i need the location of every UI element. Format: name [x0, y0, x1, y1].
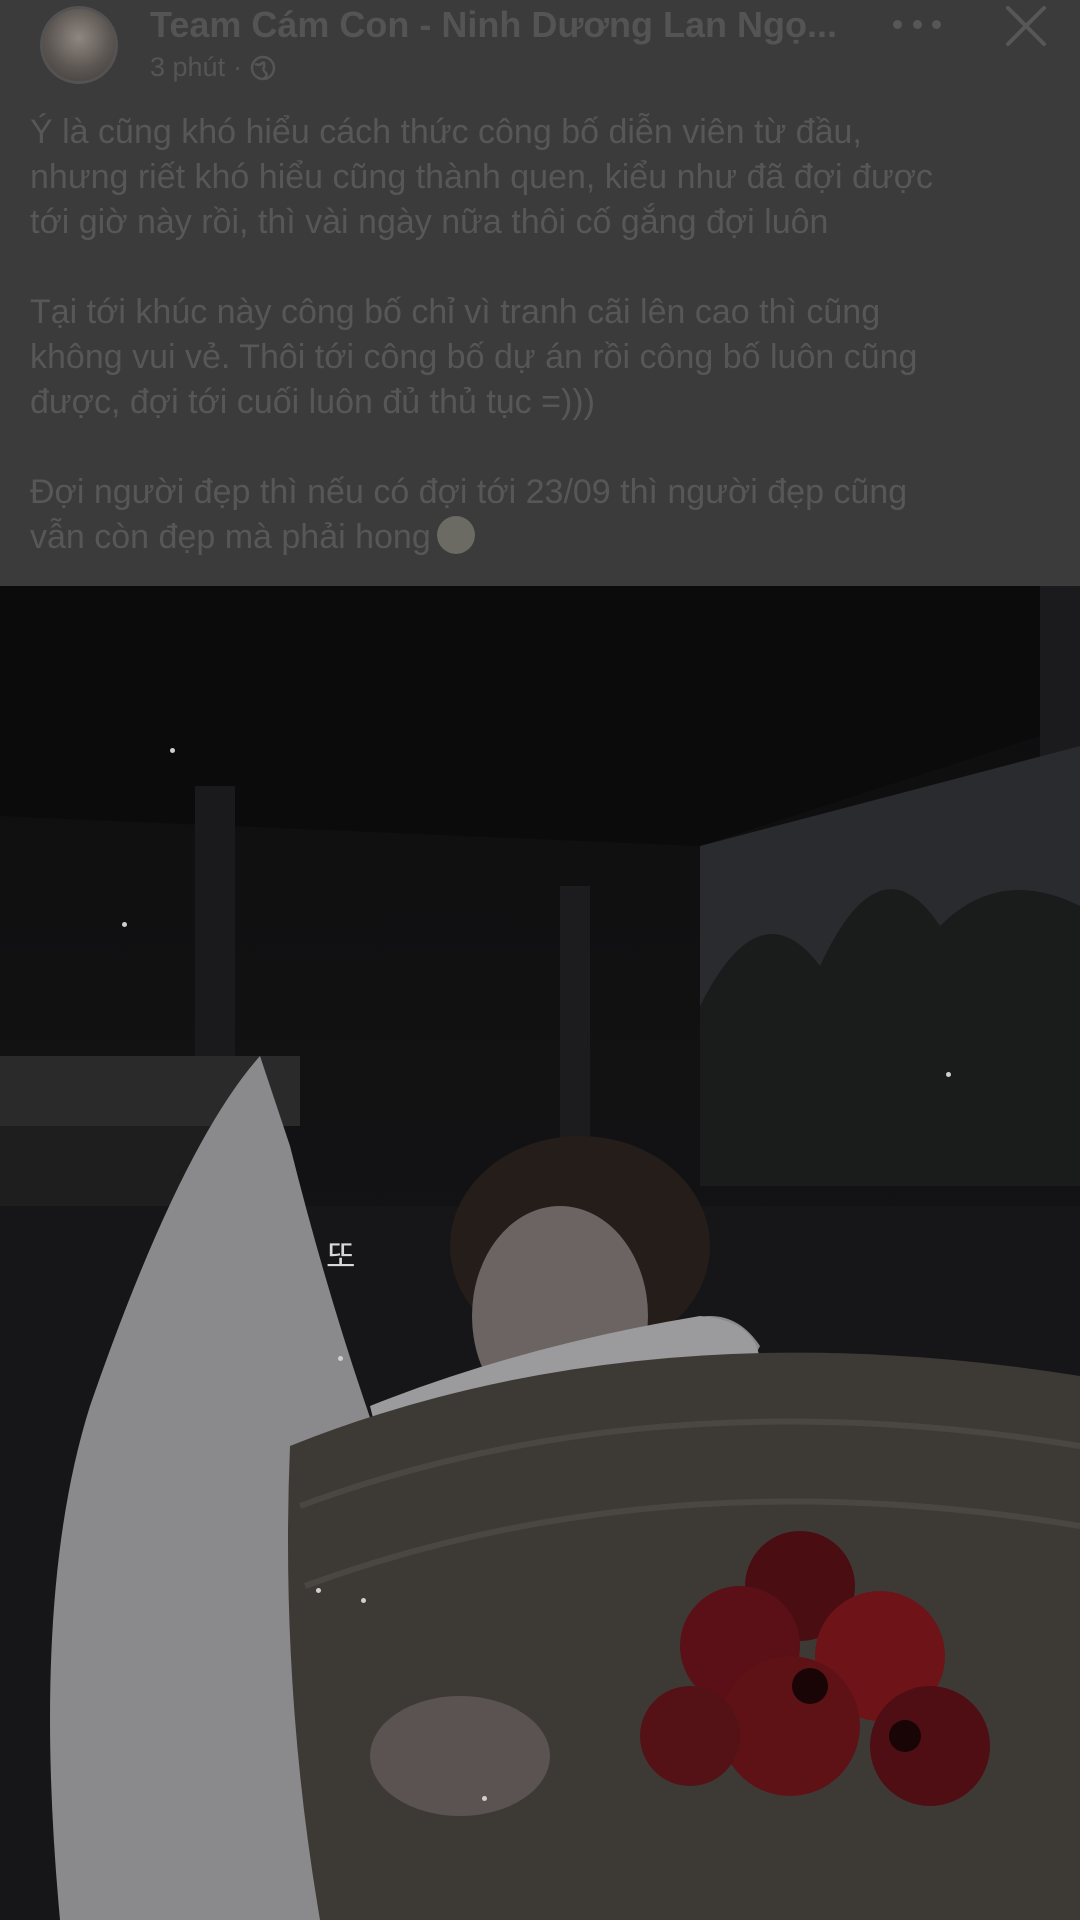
post-header: Team Cám Con - Ninh Dương Lan Ngọ... 3 p… — [0, 0, 1080, 96]
sparkle-1 — [170, 748, 175, 753]
sparkle-4 — [338, 1356, 343, 1361]
post-paragraph-3: Đợi người đẹp thì nếu có đợi tới 23/09 t… — [30, 470, 1050, 560]
sparkle-6 — [361, 1598, 366, 1603]
more-options-icon[interactable] — [893, 14, 941, 34]
post-paragraph-1: Ý là cũng khó hiểu cách thức công bố diễ… — [30, 113, 934, 241]
sparkle-7 — [482, 1796, 487, 1801]
post-viewer: Team Cám Con - Ninh Dương Lan Ngọ... 3 p… — [0, 0, 1080, 1920]
sparkle-2 — [122, 922, 127, 927]
post-time[interactable]: 3 phút — [150, 52, 225, 83]
close-icon[interactable] — [1004, 4, 1048, 48]
sparkle-3 — [946, 1072, 951, 1077]
page-avatar[interactable] — [40, 6, 118, 84]
sparkle-5 — [316, 1588, 321, 1593]
post-meta: 3 phút · — [150, 52, 276, 83]
photo-caption: 또 — [326, 1237, 356, 1275]
post-photo[interactable]: 또 — [0, 586, 1080, 1920]
laughing-tears-emoji — [436, 516, 475, 554]
author-name[interactable]: Team Cám Con - Ninh Dương Lan Ngọ... — [150, 4, 870, 46]
globe-icon — [250, 55, 276, 81]
photo-scene — [0, 586, 1080, 1920]
post-text: Ý là cũng khó hiểu cách thức công bố diễ… — [0, 96, 1080, 586]
post-paragraph-2: Tại tới khúc này công bố chỉ vì tranh cã… — [30, 293, 918, 421]
meta-separator: · — [233, 52, 243, 82]
